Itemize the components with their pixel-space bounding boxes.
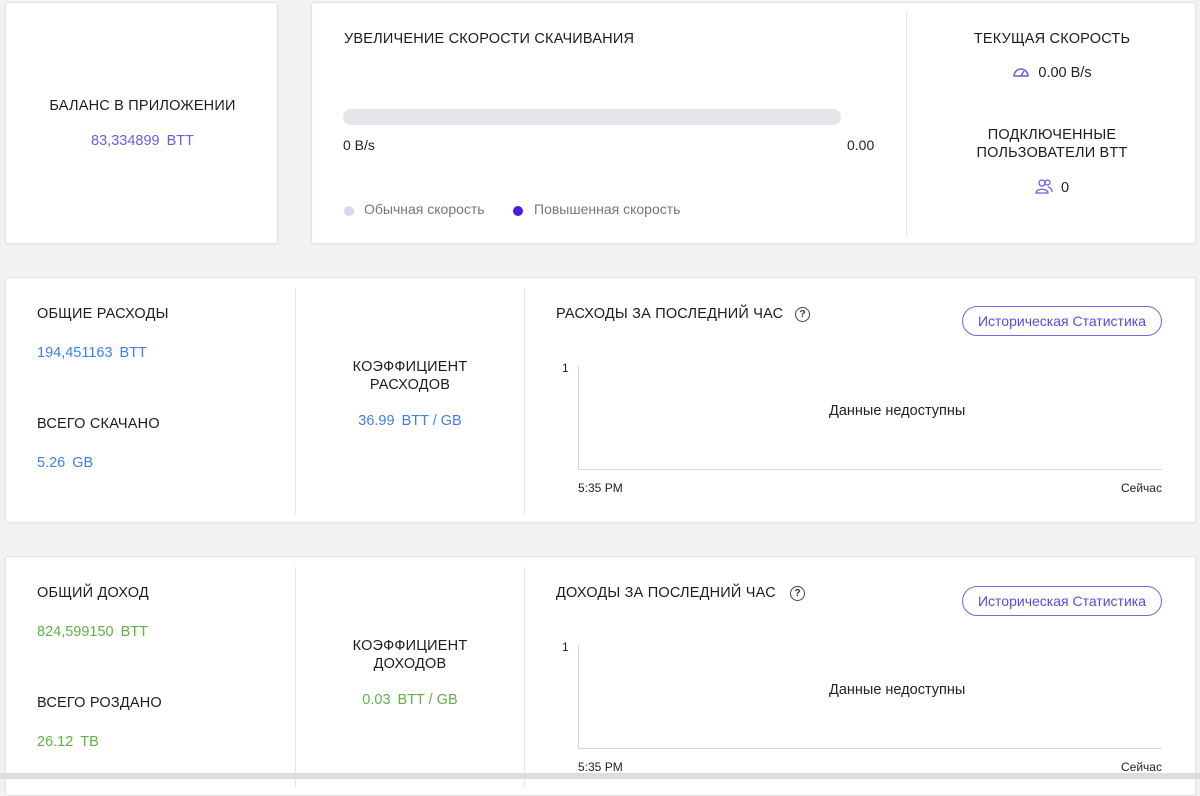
total-downloaded-amount: 5.26 <box>37 455 66 471</box>
connected-users-title-line2: ПОЛЬЗОВАТЕЛИ BTT <box>976 145 1128 161</box>
total-expenses-amount: 194,451163 <box>37 345 113 361</box>
income-ratio-title-line2: ДОХОДОВ <box>373 656 447 672</box>
boosted-speed-legend-dot <box>513 206 523 216</box>
total-expenses-unit: BTT <box>119 345 147 361</box>
income-ratio-title-line1: КОЭФФИЦИЕНТ <box>352 638 468 654</box>
help-icon[interactable]: ? <box>795 307 810 322</box>
expenses-history-button[interactable]: Историческая Статистика <box>962 306 1162 336</box>
connected-users-value: 0 <box>1060 179 1070 196</box>
expense-ratio-amount: 36.99 <box>358 413 395 429</box>
total-income-amount: 824,599150 <box>37 624 114 640</box>
income-chart-y-tick: 1 <box>562 640 569 654</box>
income-chart-no-data: Данные недоступны <box>829 682 966 698</box>
expenses-chart-x-axis <box>578 469 1162 470</box>
income-chart-title: ДОХОДЫ ЗА ПОСЛЕДНИЙ ЧАС <box>556 585 776 601</box>
connected-users-title: ПОДКЛЮЧЕННЫЕ ПОЛЬЗОВАТЕЛИ BTT <box>907 126 1197 162</box>
balance-card: БАЛАНС В ПРИЛОЖЕНИИ 83,334899 BTT <box>5 2 278 244</box>
total-uploaded-amount: 26.12 <box>37 734 74 750</box>
expense-ratio-unit: BTT / GB <box>401 413 462 429</box>
boosted-speed-legend-label: Повышенная скорость <box>534 201 681 217</box>
expenses-chart-x-end: Сейчас <box>1121 481 1162 495</box>
income-chart-x-end: Сейчас <box>1121 760 1162 774</box>
income-card: ОБЩИЙ ДОХОД 824,599150 BTT ВСЕГО РОЗДАНО … <box>5 556 1196 796</box>
current-speed-title: ТЕКУЩАЯ СКОРОСТЬ <box>973 31 1131 47</box>
income-history-button[interactable]: Историческая Статистика <box>962 586 1162 616</box>
speed-card: УВЕЛИЧЕНИЕ СКОРОСТИ СКАЧИВАНИЯ 0 B/s 0.0… <box>311 2 1196 244</box>
users-icon <box>1035 178 1053 198</box>
expenses-chart-y-tick: 1 <box>562 361 569 375</box>
total-downloaded-unit: GB <box>72 455 94 471</box>
window-bottom-edge <box>0 773 1200 779</box>
income-chart-x-start: 5:35 PM <box>578 760 623 774</box>
total-downloaded-value: 5.26 GB <box>37 455 93 471</box>
current-speed-value: 0.00 B/s <box>1038 65 1092 81</box>
normal-speed-legend-label: Обычная скорость <box>364 201 485 217</box>
current-speed-row: 0.00 B/s <box>907 65 1197 81</box>
total-expenses-title: ОБЩИЕ РАСХОДЫ <box>37 306 169 322</box>
total-downloaded-title: ВСЕГО СКАЧАНО <box>37 416 160 432</box>
income-ratio-unit: BTT / GB <box>397 692 458 708</box>
balance-value: 83,334899 BTT <box>6 133 279 149</box>
income-ratio-amount: 0.03 <box>362 692 391 708</box>
total-expenses-value: 194,451163 BTT <box>37 345 147 361</box>
expenses-divider-2 <box>524 288 525 514</box>
speed-left-label: 0 B/s <box>343 137 375 153</box>
income-chart-y-axis <box>578 645 579 748</box>
expense-ratio-title-line1: КОЭФФИЦИЕНТ <box>352 359 468 375</box>
total-uploaded-unit: TB <box>80 734 99 750</box>
balance-unit: BTT <box>166 133 194 149</box>
expense-ratio-value: 36.99 BTT / GB <box>296 413 524 429</box>
balance-title: БАЛАНС В ПРИЛОЖЕНИИ <box>49 98 236 114</box>
connected-users-title-line1: ПОДКЛЮЧЕННЫЕ <box>987 127 1117 143</box>
expenses-chart-no-data: Данные недоступны <box>829 403 966 419</box>
total-income-unit: BTT <box>120 624 148 640</box>
income-chart-x-axis <box>578 748 1162 749</box>
income-ratio-title: КОЭФФИЦИЕНТ ДОХОДОВ <box>296 637 524 673</box>
expenses-card: ОБЩИЕ РАСХОДЫ 194,451163 BTT ВСЕГО СКАЧАН… <box>5 277 1196 523</box>
total-uploaded-value: 26.12 TB <box>37 734 99 750</box>
total-income-value: 824,599150 BTT <box>37 624 148 640</box>
income-divider-2 <box>524 567 525 787</box>
balance-amount: 83,334899 <box>91 133 160 149</box>
expenses-chart-x-start: 5:35 PM <box>578 481 623 495</box>
expense-ratio-title: КОЭФФИЦИЕНТ РАСХОДОВ <box>296 358 524 394</box>
total-uploaded-title: ВСЕГО РОЗДАНО <box>37 695 162 711</box>
speed-right-label: 0.00 <box>847 137 875 153</box>
connected-users-row: 0 <box>907 178 1197 198</box>
total-income-title: ОБЩИЙ ДОХОД <box>37 585 149 601</box>
speedometer-icon <box>1012 65 1030 81</box>
expenses-chart-y-axis <box>578 366 579 469</box>
expense-ratio-title-line2: РАСХОДОВ <box>369 377 451 393</box>
speed-boost-title: УВЕЛИЧЕНИЕ СКОРОСТИ СКАЧИВАНИЯ <box>344 31 635 47</box>
normal-speed-legend-dot <box>344 206 354 216</box>
expenses-divider-1 <box>295 288 296 514</box>
speed-progress-track <box>343 109 841 125</box>
expenses-chart-title: РАСХОДЫ ЗА ПОСЛЕДНИЙ ЧАС <box>556 306 784 322</box>
income-ratio-value: 0.03 BTT / GB <box>296 692 524 708</box>
help-icon[interactable]: ? <box>790 586 805 601</box>
income-divider-1 <box>295 567 296 787</box>
